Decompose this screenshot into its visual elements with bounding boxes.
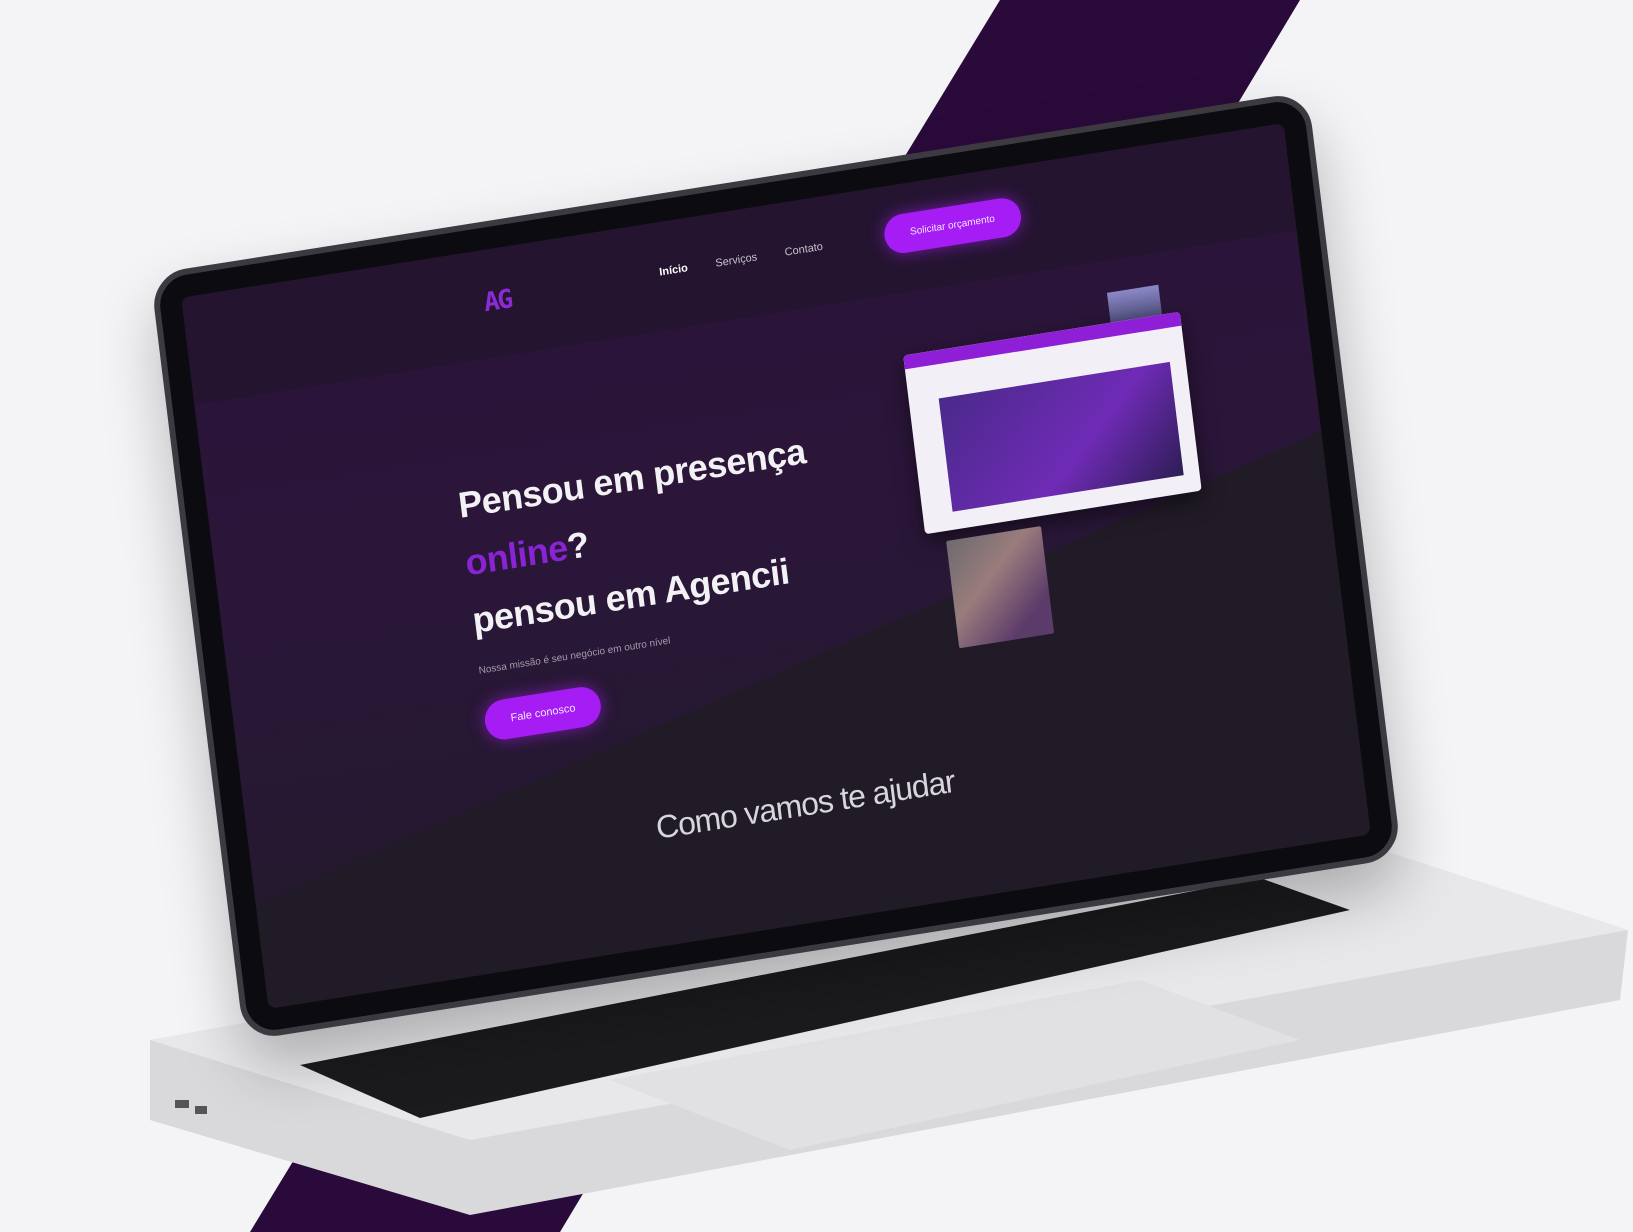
hero-accent-word: online xyxy=(463,526,570,584)
nav-link-contato[interactable]: Contato xyxy=(784,241,824,259)
mockup-hero xyxy=(938,361,1184,512)
hero-accent-suffix: ? xyxy=(564,523,591,568)
site-logo[interactable]: AG xyxy=(482,284,513,318)
port-icon xyxy=(175,1100,189,1108)
nav-link-inicio[interactable]: Início xyxy=(659,262,689,278)
website-screen: AG Início Serviços Contato Solicitar orç… xyxy=(181,123,1371,1009)
nav-links: Início Serviços Contato xyxy=(659,241,824,279)
person-photo xyxy=(946,526,1055,649)
port-icon xyxy=(195,1106,207,1114)
nav-link-servicos[interactable]: Serviços xyxy=(715,251,758,270)
quote-button[interactable]: Solicitar orçamento xyxy=(882,195,1023,256)
